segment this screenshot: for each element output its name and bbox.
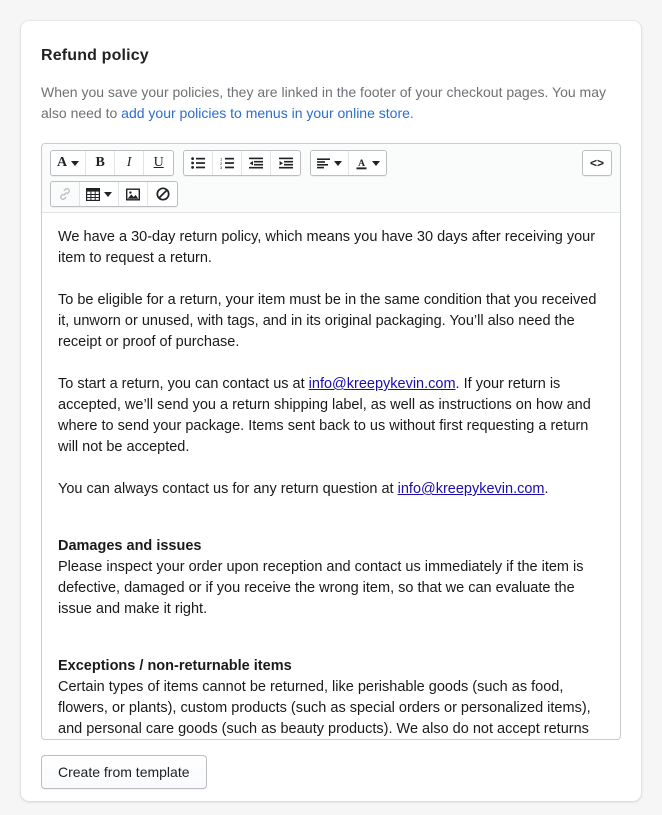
add-policies-to-menus-link[interactable]: add your policies to menus in your onlin… (121, 105, 410, 121)
outdent-icon (249, 157, 264, 169)
contact-email-link-1[interactable]: info@kreepykevin.com (309, 376, 456, 392)
editor-content-area[interactable]: We have a 30-day return policy, which me… (42, 213, 620, 739)
section-heading-exceptions: Exceptions / non-returnable items (58, 658, 292, 674)
content-paragraph-5: Please inspect your order upon reception… (58, 559, 584, 617)
align-dropdown[interactable] (311, 151, 350, 175)
page-title: Refund policy (41, 47, 149, 64)
paragraph-4-text-after: . (544, 481, 549, 497)
italic-button[interactable]: I (115, 151, 145, 175)
font-letter-A-icon: A (57, 155, 68, 170)
content-paragraph-4: You can always contact us for any return… (58, 479, 604, 500)
content-paragraph-6: Certain types of items cannot be returne… (58, 679, 591, 737)
insert-table-dropdown[interactable] (80, 182, 119, 206)
chevron-down-icon (104, 191, 112, 197)
italic-icon: I (126, 155, 132, 170)
toolbar-row-2 (50, 181, 612, 207)
refund-policy-card: Refund policy When you save your policie… (21, 21, 641, 801)
insert-image-button[interactable] (119, 182, 148, 206)
content-paragraph-3: To start a return, you can contact us at… (58, 374, 604, 458)
card-footer: Create from template (41, 755, 621, 789)
editor-toolbar: A B I U 1 2 3 A <> (42, 144, 620, 213)
section-heading-damages: Damages and issues (58, 538, 202, 554)
numbered-list-icon: 1 2 3 (220, 157, 235, 169)
create-from-template-button[interactable]: Create from template (41, 755, 207, 789)
toolbar-row-1: A B I U 1 2 3 A <> (50, 150, 612, 176)
text-color-dropdown[interactable]: A (349, 151, 387, 175)
no-entry-slash-icon (155, 187, 170, 201)
link-chain-icon (58, 187, 72, 201)
description-text-after: . (409, 105, 414, 121)
chevron-down-icon (372, 160, 381, 166)
text-color-A-icon: A (355, 157, 368, 170)
indent-icon (278, 157, 293, 169)
exceptions-section: Exceptions / non-returnable items Certai… (58, 656, 604, 739)
chevron-down-icon (71, 160, 80, 166)
bold-icon: B (95, 155, 105, 170)
font-style-dropdown[interactable]: A (51, 151, 87, 175)
toolbar-group-text-format: A B I U (50, 150, 175, 176)
toolbar-group-lists: 1 2 3 (183, 150, 302, 176)
content-paragraph-1: We have a 30-day return policy, which me… (58, 229, 596, 266)
underline-icon: U (153, 155, 164, 170)
chevron-down-icon (334, 160, 343, 166)
toolbar-group-insert (50, 181, 178, 207)
bulleted-list-button[interactable] (184, 151, 214, 175)
bold-button[interactable]: B (86, 151, 116, 175)
indent-button[interactable] (271, 151, 301, 175)
clear-formatting-button[interactable] (148, 182, 177, 206)
rich-text-editor[interactable]: A B I U 1 2 3 A <> We have a 30-day retu… (41, 143, 621, 740)
underline-button[interactable]: U (144, 151, 174, 175)
image-picture-icon (126, 188, 140, 201)
damages-and-issues-section: Damages and issues Please inspect your o… (58, 536, 604, 620)
align-left-icon (317, 157, 331, 169)
html-code-view-button[interactable]: <> (582, 150, 612, 176)
paragraph-4-text-before: You can always contact us for any return… (58, 481, 398, 497)
bulleted-list-icon (191, 157, 206, 169)
toolbar-group-align-color: A (310, 150, 388, 176)
svg-text:3: 3 (220, 165, 223, 169)
policy-description: When you save your policies, they are li… (41, 82, 617, 124)
outdent-button[interactable] (242, 151, 272, 175)
table-grid-icon (86, 187, 100, 201)
numbered-list-button[interactable]: 1 2 3 (213, 151, 243, 175)
paragraph-3-text-before: To start a return, you can contact us at (58, 376, 309, 392)
insert-link-button[interactable] (51, 182, 80, 206)
content-paragraph-2: To be eligible for a return, your item m… (58, 292, 597, 350)
contact-email-link-2[interactable]: info@kreepykevin.com (398, 481, 545, 497)
